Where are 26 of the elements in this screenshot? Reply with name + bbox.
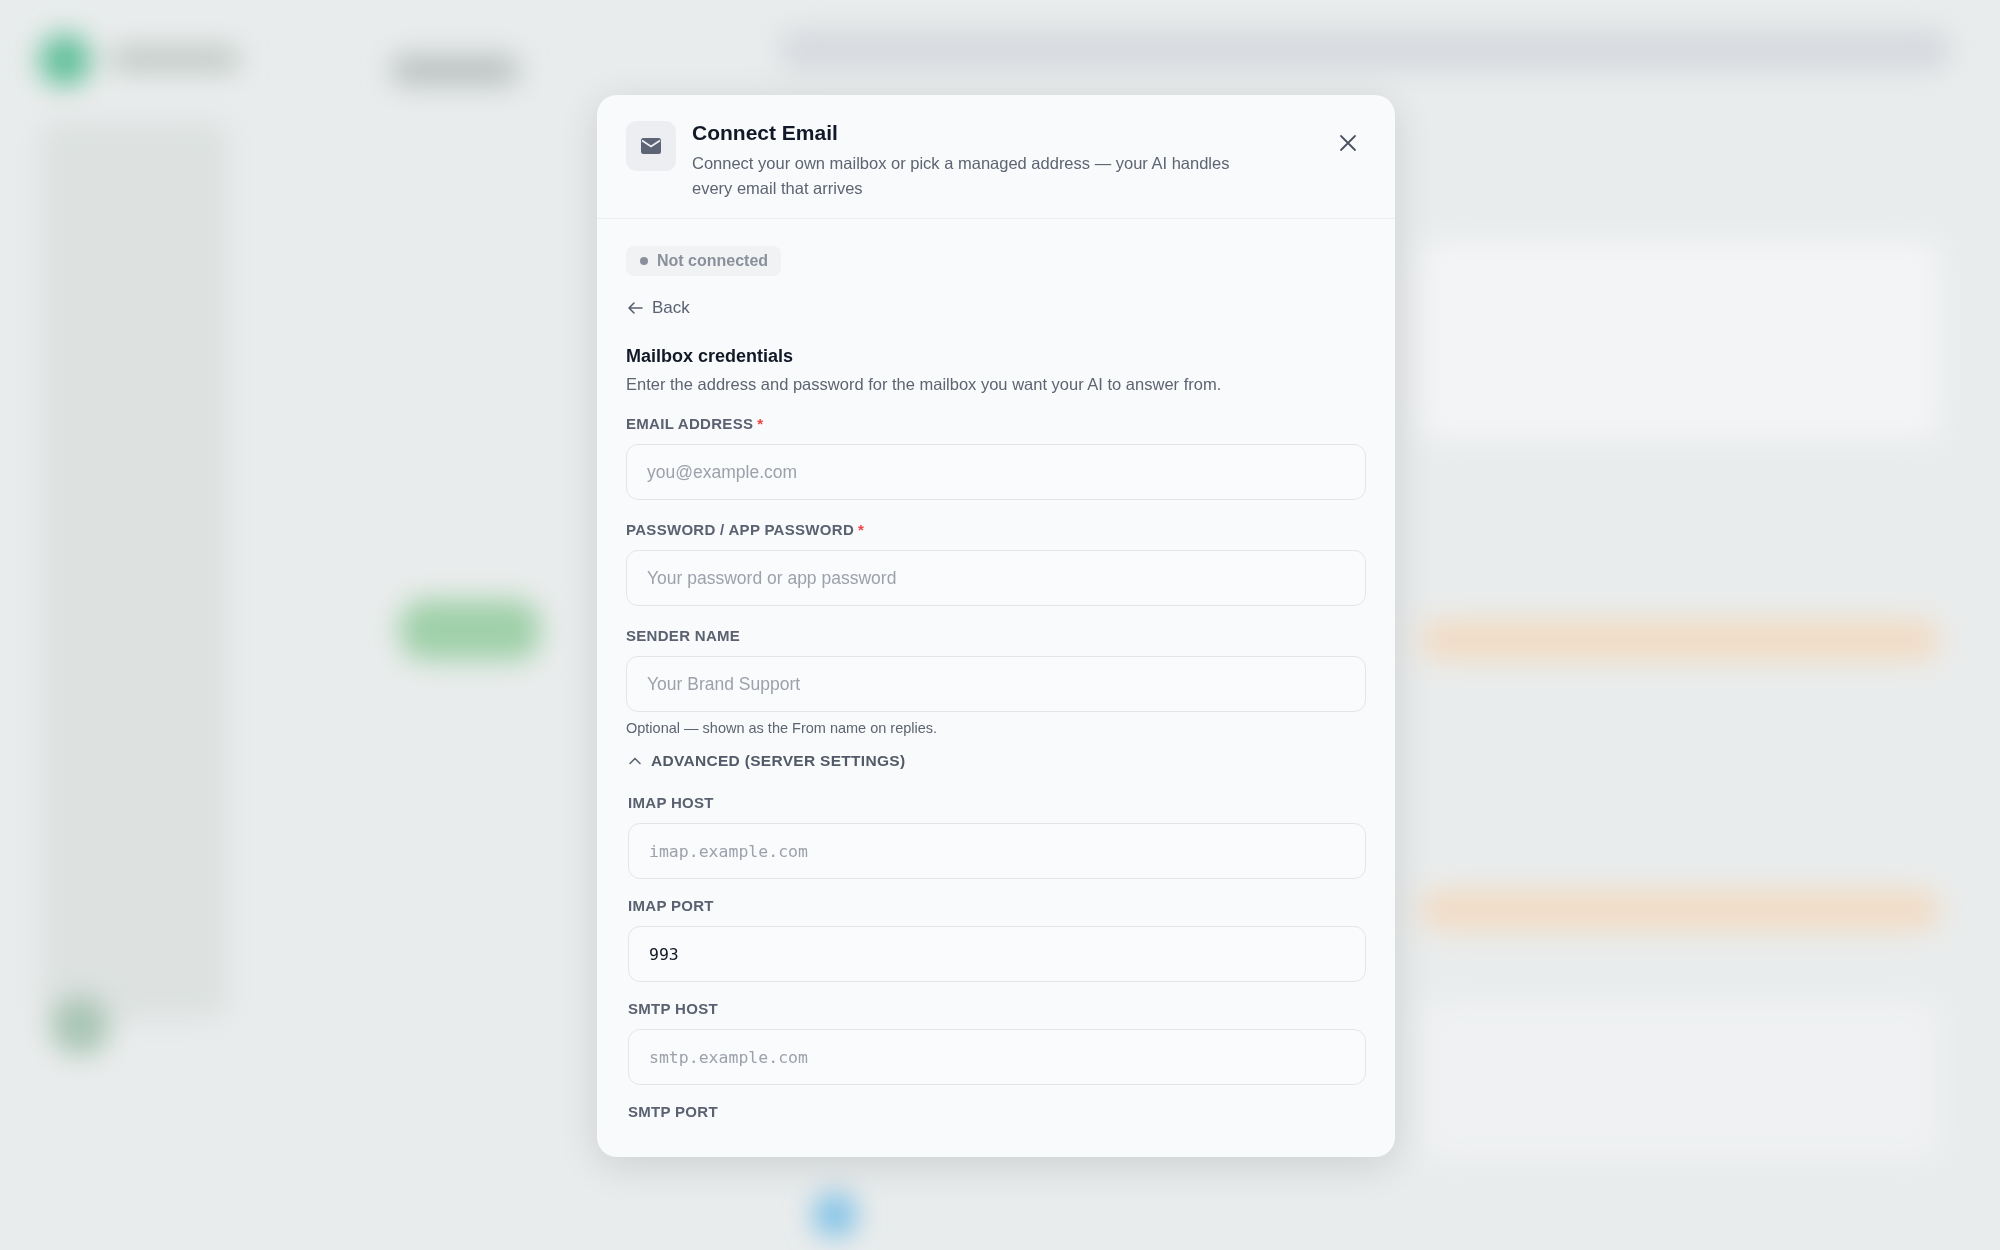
arrow-left-icon (626, 299, 644, 317)
dialog-subtitle: Connect your own mailbox or pick a managed address — your AI handles every email that arrives (692, 153, 1231, 199)
back-link[interactable]: Back (626, 298, 690, 318)
close-icon (1338, 133, 1358, 153)
input-field[interactable]: you@example.com (626, 444, 1366, 500)
input-field[interactable]: smtp.example.com (628, 1029, 1366, 1085)
help-text: Optional — shown as the From name on replies. (626, 720, 939, 736)
section-description: Enter the address and password for the mailbox you want your AI to answer from. (626, 375, 1223, 394)
field-label: SENDER NAME (626, 627, 741, 644)
field-label: PASSWORD / APP PASSWORD (626, 521, 855, 538)
required-mark: * (858, 521, 864, 538)
field-label: IMAP PORT (628, 897, 714, 914)
field-label: EMAIL ADDRESS (626, 415, 754, 432)
field-label: IMAP HOST (628, 794, 714, 811)
advanced-toggle[interactable]: ADVANCED (SERVER SETTINGS) (626, 752, 906, 770)
input-field[interactable]: Your password or app password (626, 550, 1366, 606)
input-field[interactable]: Your Brand Support (626, 656, 1366, 712)
dialog-title: Connect Email (692, 121, 839, 145)
status-badge: Not connected (626, 246, 782, 276)
section-title: Mailbox credentials (626, 346, 795, 367)
field-label: SMTP HOST (628, 1000, 718, 1017)
input-field[interactable]: imap.example.com (628, 823, 1366, 879)
field-label: SMTP PORT (628, 1103, 718, 1120)
mail-icon (626, 121, 676, 171)
required-mark: * (757, 415, 764, 432)
input-field[interactable]: 993 (628, 926, 1366, 982)
